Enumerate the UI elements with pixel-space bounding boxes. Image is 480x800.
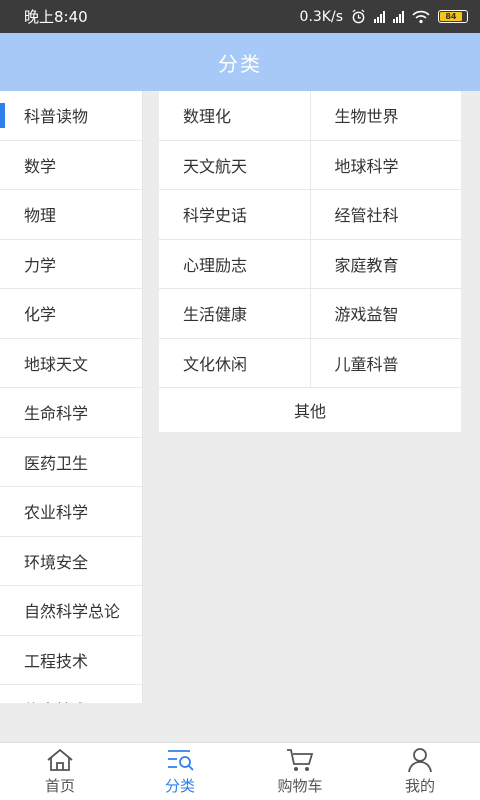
sidebar-item[interactable]: 物理 [0,190,142,240]
subcategory-item[interactable]: 天文航天 [159,141,310,190]
wifi-icon [412,10,430,23]
subcategory-item[interactable]: 科学史话 [159,190,310,239]
tab-label: 首页 [44,777,75,795]
bottom-tab-bar: 首页 分类 购物车 我的 [0,742,480,800]
sidebar-item[interactable]: 数学 [0,141,142,190]
grid-row: 科学史话 经管社科 [159,190,461,240]
grid-row: 天文航天 地球科学 [159,140,462,190]
grid-row: 文化休闲 儿童科普 [159,338,462,388]
alarm-icon [352,9,365,24]
subcategory-item[interactable]: 生活健康 [159,289,310,338]
tab-category[interactable]: 分类 [120,743,240,800]
sidebar-item[interactable]: 生命科学 [0,388,142,438]
subcategory-item[interactable]: 儿童科普 [309,338,462,387]
subcategory-item[interactable]: 心理励志 [159,240,310,289]
sidebar-item[interactable]: 化学 [0,289,142,339]
profile-icon [408,748,432,773]
sidebar-item[interactable]: 自然科学总论 [0,586,142,636]
subcategory-item[interactable]: 生物世界 [309,91,462,140]
home-icon [47,748,73,771]
tab-home[interactable]: 首页 [0,743,120,800]
sidebar-item[interactable]: 工程技术 [0,636,142,685]
grid-row: 数理化 生物世界 [159,91,461,141]
page-header: 分类 [0,33,480,91]
subcategory-item[interactable]: 地球科学 [309,140,462,189]
status-bar: 晚上8:40 0.3K/s 84 [0,0,480,33]
subcategory-grid: 数理化 生物世界 天文航天 地球科学 科学史话 经管社科 心理励志 家庭教育 生… [159,91,461,432]
signal-hd-icon [374,10,385,23]
tab-label: 购物车 [277,777,323,795]
grid-row: 生活健康 游戏益智 [159,289,461,339]
subcategory-item[interactable]: 家庭教育 [309,239,462,288]
subcategory-item[interactable]: 数理化 [159,91,310,140]
sidebar-item[interactable]: 信息技术 [0,685,142,703]
status-time: 晚上8:40 [24,8,88,26]
category-icon [168,750,194,771]
page-title: 分类 [218,51,262,76]
subcategory-item[interactable]: 文化休闲 [159,339,310,388]
category-sidebar[interactable]: 科普读物 数学 物理 力学 化学 地球天文 生命科学 医药卫生 农业科学 环境安… [0,91,143,703]
tab-label: 我的 [404,777,435,795]
sidebar-item[interactable]: 地球天文 [0,339,142,388]
status-icons: 0.3K/s 84 [300,9,468,25]
subcategory-item[interactable]: 经管社科 [309,190,462,239]
sidebar-item[interactable]: 科普读物 [0,91,142,141]
tab-label: 分类 [164,777,195,795]
signal-icon [393,10,404,23]
subcategory-item[interactable]: 游戏益智 [309,289,462,338]
subcategory-item-other[interactable]: 其他 [159,388,461,432]
grid-row: 心理励志 家庭教育 [159,239,462,289]
cart-icon [287,749,314,771]
sidebar-item[interactable]: 农业科学 [0,487,142,537]
sidebar-item[interactable]: 环境安全 [0,537,142,586]
network-speed: 0.3K/s [299,8,343,25]
battery-level: 84 [440,12,462,21]
tab-cart[interactable]: 购物车 [240,743,360,800]
tab-profile[interactable]: 我的 [360,743,480,800]
sidebar-item[interactable]: 医药卫生 [0,438,142,487]
sidebar-item[interactable]: 力学 [0,240,142,289]
battery-icon: 84 [438,10,468,23]
